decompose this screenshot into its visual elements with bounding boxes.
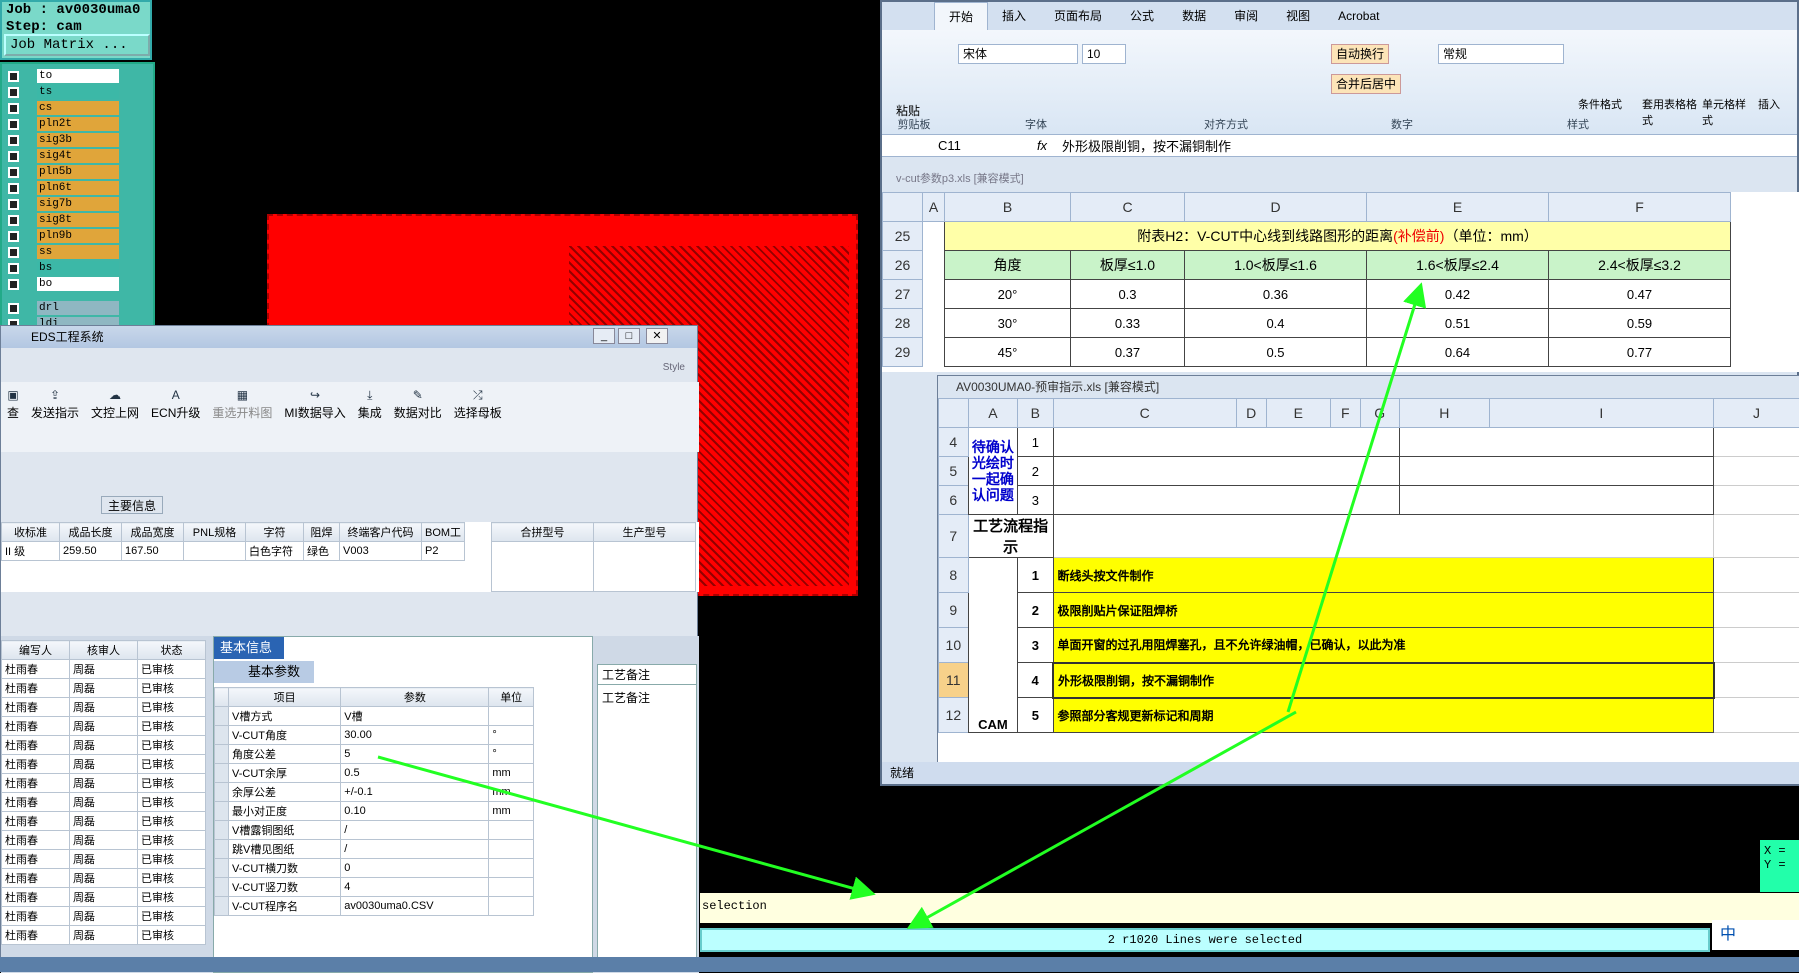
annotation-arrows [0, 0, 1799, 972]
arrow-vcut-angle [378, 757, 870, 893]
arrow-instruction [912, 712, 1296, 926]
arrow-vcut-table [1288, 288, 1420, 712]
